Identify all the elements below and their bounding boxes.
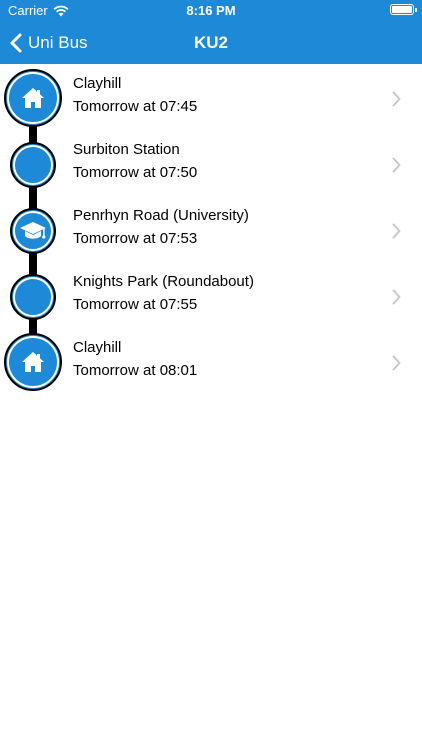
stop-time: Tomorrow at 07:45 bbox=[73, 98, 198, 115]
stop-row[interactable]: Clayhill Tomorrow at 07:45 bbox=[0, 66, 422, 132]
house-icon bbox=[22, 88, 44, 108]
app-header: Carrier 8:16 PM Uni Bus KU2 bbox=[0, 0, 422, 64]
stop-list: Clayhill Tomorrow at 07:45 Surbiton Stat… bbox=[0, 66, 422, 396]
chevron-right-icon bbox=[392, 223, 401, 239]
stop-marker bbox=[4, 69, 62, 127]
chevron-right-icon bbox=[392, 289, 401, 305]
chevron-right-icon bbox=[392, 91, 401, 107]
stop-row[interactable]: Clayhill Tomorrow at 08:01 bbox=[0, 330, 422, 396]
stop-marker bbox=[10, 142, 56, 188]
stop-row[interactable]: Knights Park (Roundabout) Tomorrow at 07… bbox=[0, 264, 422, 330]
stop-name: Knights Park (Roundabout) bbox=[73, 273, 254, 290]
house-icon bbox=[22, 352, 44, 372]
chevron-right-icon bbox=[392, 355, 401, 371]
status-time: 8:16 PM bbox=[186, 3, 236, 18]
stop-name: Clayhill bbox=[73, 75, 122, 92]
stop-time: Tomorrow at 07:55 bbox=[73, 296, 198, 313]
graduation-cap-icon bbox=[20, 222, 46, 239]
nav-bar: Uni Bus KU2 bbox=[0, 22, 422, 64]
stop-name: Surbiton Station bbox=[73, 141, 180, 158]
stop-time: Tomorrow at 08:01 bbox=[73, 362, 198, 379]
status-bar: Carrier 8:16 PM bbox=[0, 0, 422, 22]
stop-time: Tomorrow at 07:50 bbox=[73, 164, 198, 181]
stop-name: Clayhill bbox=[73, 339, 122, 356]
stop-marker bbox=[4, 333, 62, 391]
stop-name: Penrhyn Road (University) bbox=[73, 207, 249, 224]
chevron-right-icon bbox=[392, 157, 401, 173]
page-title: KU2 bbox=[193, 33, 228, 52]
battery-icon bbox=[390, 4, 417, 15]
stop-row[interactable]: Penrhyn Road (University) Tomorrow at 07… bbox=[0, 198, 422, 264]
stop-marker bbox=[10, 274, 56, 320]
stop-marker bbox=[10, 208, 56, 254]
stop-row[interactable]: Surbiton Station Tomorrow at 07:50 bbox=[0, 132, 422, 198]
stop-time: Tomorrow at 07:53 bbox=[73, 230, 198, 247]
